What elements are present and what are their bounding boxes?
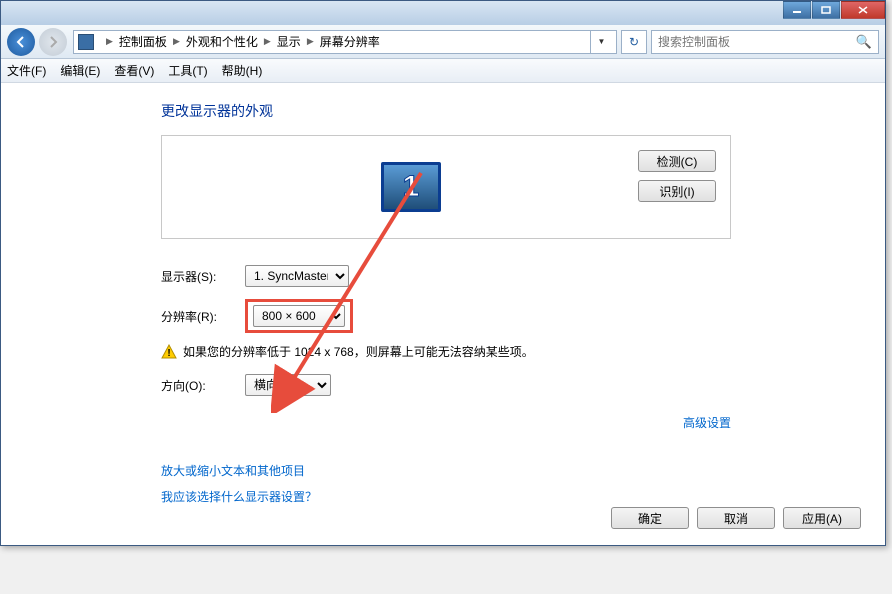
- svg-text:!: !: [167, 348, 170, 359]
- chevron-right-icon: ▶: [307, 36, 314, 47]
- display-label: 显示器(S):: [161, 268, 245, 285]
- page-heading: 更改显示器的外观: [161, 101, 731, 121]
- breadcrumb-appearance[interactable]: 外观和个性化: [186, 33, 258, 50]
- resolution-highlight: 800 × 600: [245, 299, 353, 333]
- breadcrumb-display[interactable]: 显示: [277, 33, 301, 50]
- monitor-preview-panel: 1 检测(C) 识别(I): [161, 135, 731, 239]
- minimize-button[interactable]: [783, 1, 811, 19]
- identify-button[interactable]: 识别(I): [638, 180, 716, 202]
- advanced-settings-link[interactable]: 高级设置: [683, 416, 731, 430]
- menu-help[interactable]: 帮助(H): [222, 62, 263, 79]
- which-display-link[interactable]: 我应该选择什么显示器设置？: [161, 490, 317, 504]
- apply-button[interactable]: 应用(A): [783, 507, 861, 529]
- menubar: 文件(F) 编辑(E) 查看(V) 工具(T) 帮助(H): [1, 59, 885, 83]
- scale-text-link[interactable]: 放大或缩小文本和其他项目: [161, 464, 305, 478]
- search-icon[interactable]: 🔍: [856, 34, 872, 50]
- orientation-select[interactable]: 横向: [245, 374, 331, 396]
- search-box[interactable]: 🔍: [651, 30, 879, 54]
- titlebar: [1, 1, 885, 25]
- chevron-right-icon: ▶: [106, 36, 113, 47]
- menu-edit[interactable]: 编辑(E): [60, 62, 100, 79]
- refresh-button[interactable]: ↻: [621, 30, 647, 54]
- navbar: ▶ 控制面板 ▶ 外观和个性化 ▶ 显示 ▶ 屏幕分辨率 ▼ ↻ 🔍: [1, 25, 885, 59]
- address-dropdown[interactable]: ▼: [590, 30, 612, 54]
- monitor-number: 1: [403, 170, 420, 204]
- warning-row: ! 如果您的分辨率低于 1024 x 768，则屏幕上可能无法容纳某些项。: [161, 343, 731, 360]
- resolution-select[interactable]: 800 × 600: [253, 305, 345, 327]
- close-button[interactable]: [841, 1, 885, 19]
- menu-file[interactable]: 文件(F): [7, 62, 46, 79]
- warning-icon: !: [161, 344, 177, 360]
- display-select[interactable]: 1. SyncMaster: [245, 265, 349, 287]
- resolution-label: 分辨率(R):: [161, 308, 245, 325]
- search-input[interactable]: [658, 35, 856, 49]
- orientation-label: 方向(O):: [161, 377, 245, 394]
- chevron-right-icon: ▶: [173, 36, 180, 47]
- ok-button[interactable]: 确定: [611, 507, 689, 529]
- content-area: 更改显示器的外观 1 检测(C) 识别(I) 显示器(S): 1. SyncMa…: [1, 83, 885, 545]
- warning-text: 如果您的分辨率低于 1024 x 768，则屏幕上可能无法容纳某些项。: [183, 343, 534, 360]
- cancel-button[interactable]: 取消: [697, 507, 775, 529]
- menu-view[interactable]: 查看(V): [114, 62, 154, 79]
- detect-button[interactable]: 检测(C): [638, 150, 716, 172]
- breadcrumb-resolution[interactable]: 屏幕分辨率: [320, 33, 380, 50]
- chevron-right-icon: ▶: [264, 36, 271, 47]
- maximize-button[interactable]: [812, 1, 840, 19]
- control-panel-icon: [78, 34, 94, 50]
- forward-button[interactable]: [39, 28, 67, 56]
- breadcrumb-cp[interactable]: 控制面板: [119, 33, 167, 50]
- back-button[interactable]: [7, 28, 35, 56]
- monitor-thumbnail[interactable]: 1: [381, 162, 441, 212]
- window: ▶ 控制面板 ▶ 外观和个性化 ▶ 显示 ▶ 屏幕分辨率 ▼ ↻ 🔍 文件(F)…: [0, 0, 886, 546]
- footer-buttons: 确定 取消 应用(A): [611, 507, 861, 529]
- address-bar[interactable]: ▶ 控制面板 ▶ 外观和个性化 ▶ 显示 ▶ 屏幕分辨率 ▼: [73, 30, 617, 54]
- menu-tools[interactable]: 工具(T): [168, 62, 207, 79]
